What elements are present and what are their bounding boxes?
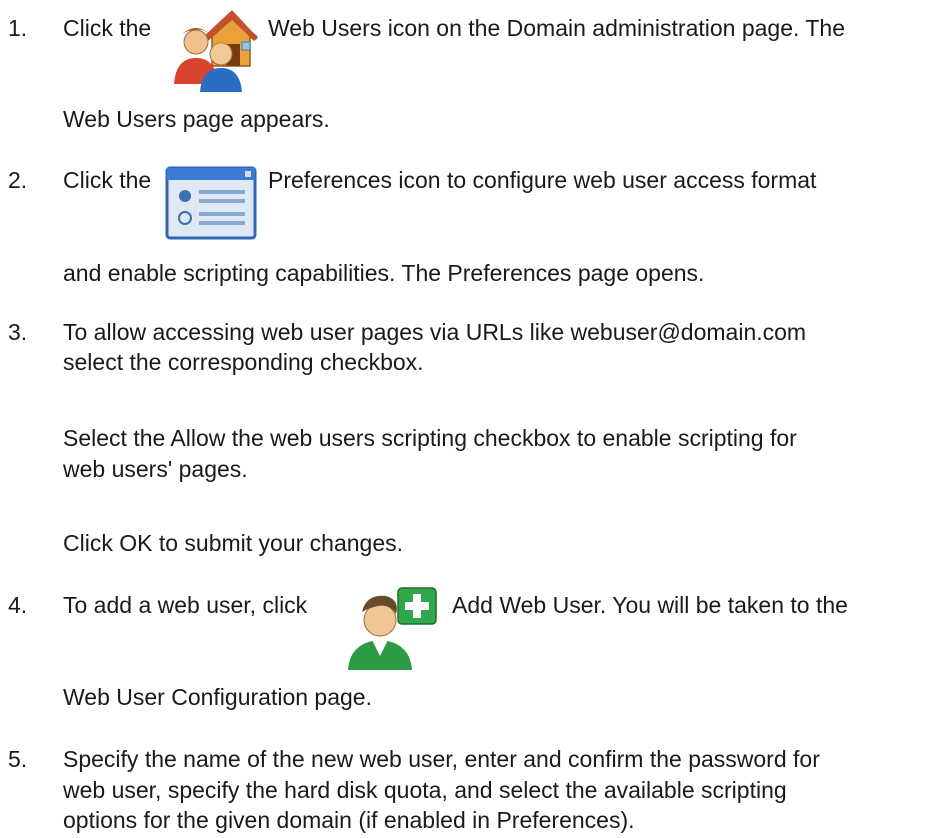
step-text: Web Users icon on the Domain administrat… (268, 15, 846, 41)
step-number: 1. (8, 15, 28, 41)
step-text: web users' pages. (63, 456, 248, 482)
step-number: 3. (8, 319, 28, 345)
step-text: select the corresponding checkbox. (63, 349, 424, 375)
step-number: 5. (8, 746, 28, 772)
step-text: Web User Configuration page. (63, 684, 372, 710)
step-text: options for the given domain (if enabled… (63, 807, 635, 833)
step-text: web user, specify the hard disk quota, a… (63, 777, 787, 803)
step-number: 4. (8, 592, 28, 618)
step-text: and enable scripting capabilities. The P… (63, 260, 705, 286)
step-text: Click the (63, 15, 152, 41)
web-users-icon (166, 6, 258, 92)
step-text: Click OK to submit your changes. (63, 530, 404, 556)
step-text: Web Users page appears. (63, 106, 330, 132)
add-web-user-icon (346, 586, 438, 670)
preferences-icon (165, 166, 257, 240)
step-text: Click the (63, 167, 152, 193)
step-text: To add a web user, click (63, 592, 308, 618)
step-text: To allow accessing web user pages via UR… (63, 319, 807, 345)
step-text: Select the Allow the web users scripting… (63, 425, 797, 451)
step-number: 2. (8, 167, 28, 193)
step-text: Preferences icon to configure web user a… (268, 167, 817, 193)
step-text: Add Web User. You will be taken to the (452, 592, 848, 618)
step-text: Specify the name of the new web user, en… (63, 746, 820, 772)
